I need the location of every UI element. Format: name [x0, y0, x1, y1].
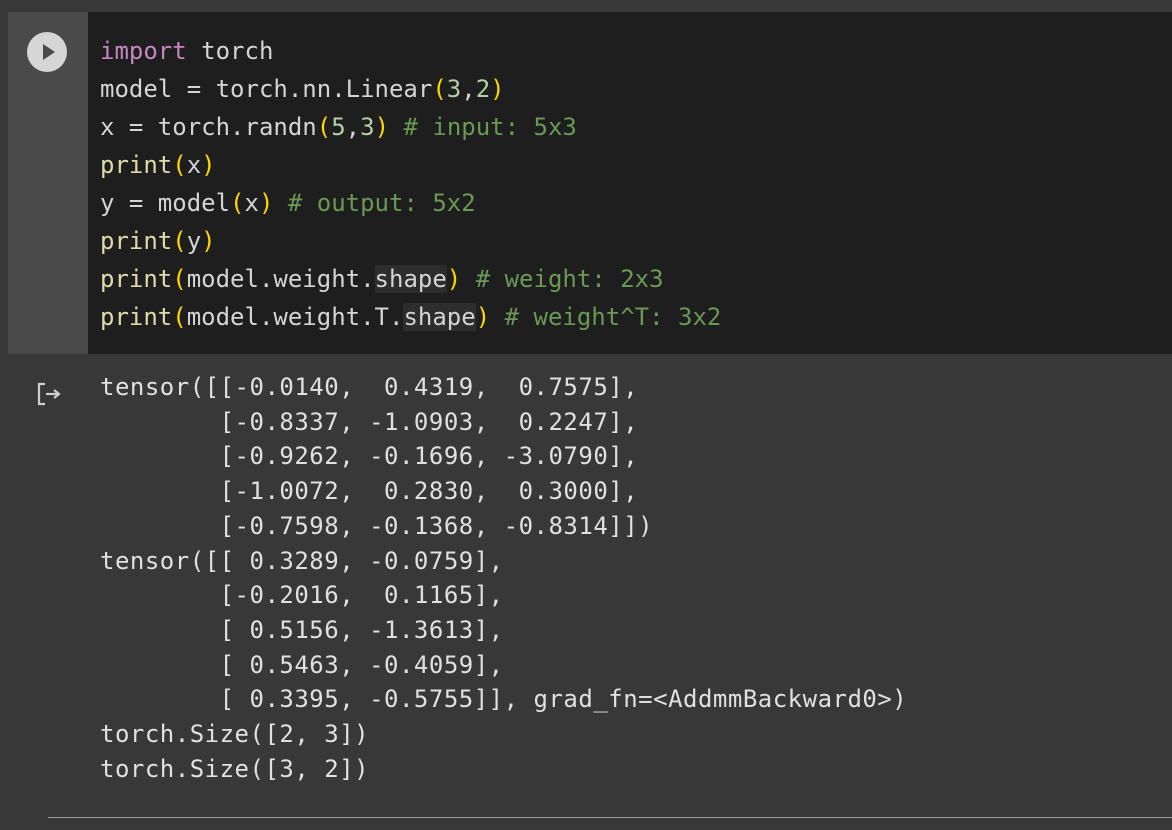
code-line: model = torch.nn.Linear(3,2): [100, 70, 721, 108]
code-token: import: [100, 37, 187, 65]
code-token: model = torch.nn.Linear: [100, 75, 433, 103]
code-token: (: [172, 227, 187, 255]
output-arrow-icon[interactable]: [36, 380, 64, 408]
code-token: print: [100, 151, 173, 179]
code-token: ): [201, 227, 216, 255]
code-line: print(y): [100, 222, 721, 260]
code-token: x: [186, 151, 202, 179]
code-token: print: [100, 303, 173, 331]
code-token: print: [100, 227, 173, 255]
code-token: shape: [403, 303, 476, 331]
code-token: torch: [186, 37, 274, 65]
code-token: model.weight.: [186, 265, 375, 293]
code-token: ): [258, 189, 274, 217]
code-text[interactable]: import torch model = torch.nn.Linear(3,2)…: [100, 32, 721, 336]
code-token: (: [230, 189, 245, 217]
code-token: ): [446, 265, 462, 293]
code-token: x: [244, 189, 259, 217]
play-icon: [43, 44, 55, 60]
bottom-area: [0, 807, 1172, 830]
code-token: y: [186, 227, 202, 255]
code-line: print(model.weight.shape) # weight: 2x3: [100, 260, 721, 298]
code-token: # weight^T: 3x2: [490, 303, 722, 331]
code-token: 5: [331, 113, 346, 141]
cell-divider: [48, 817, 1172, 818]
code-token: (: [172, 151, 187, 179]
code-token: ,: [345, 113, 361, 141]
code-token: # weight: 2x3: [461, 265, 664, 293]
code-token: ): [490, 75, 505, 103]
code-token: # output: 5x2: [273, 189, 476, 217]
code-token: print: [100, 265, 173, 293]
code-token: 3: [360, 113, 375, 141]
code-token: 2: [475, 75, 491, 103]
code-line: y = model(x) # output: 5x2: [100, 184, 721, 222]
code-line: print(model.weight.T.shape) # weight^T: …: [100, 298, 721, 336]
code-line: print(x): [100, 146, 721, 184]
code-token: 3: [446, 75, 462, 103]
top-strip: [0, 0, 1172, 12]
code-token: ): [201, 151, 216, 179]
code-token: ): [374, 113, 390, 141]
code-token: x = torch.randn: [100, 113, 317, 141]
code-token: ): [475, 303, 491, 331]
output-text: tensor([[-0.0140, 0.4319, 0.7575], [-0.8…: [100, 373, 908, 783]
run-cell-button[interactable]: [27, 32, 67, 72]
code-token: model.weight.T.: [186, 303, 404, 331]
code-token: y = model: [100, 189, 231, 217]
code-token: shape: [374, 265, 447, 293]
code-line: import torch: [100, 32, 721, 70]
code-token: (: [432, 75, 447, 103]
code-token: # input: 5x3: [389, 113, 577, 141]
code-token: (: [316, 113, 332, 141]
code-line: x = torch.randn(5,3) # input: 5x3: [100, 108, 721, 146]
code-token: (: [172, 303, 187, 331]
code-token: ,: [461, 75, 476, 103]
code-token: (: [172, 265, 187, 293]
